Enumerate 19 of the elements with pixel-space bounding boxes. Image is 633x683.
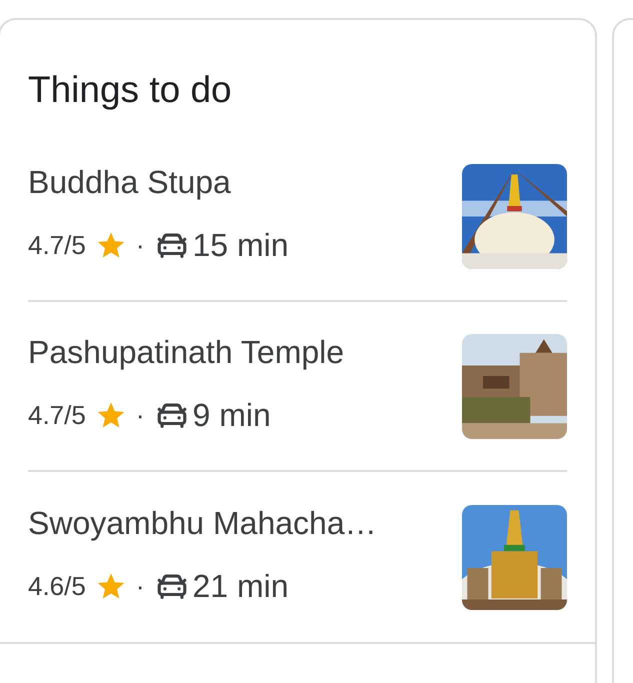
rating: 4.6/5 (28, 570, 86, 602)
drive-time: 15 min (192, 226, 289, 265)
card-title: Things to do (28, 68, 233, 112)
rating: 4.7/5 (28, 228, 86, 262)
place-name: Buddha Stupa (28, 163, 232, 201)
separator: · (136, 570, 144, 602)
place-item[interactable]: Swoyambhu Mahacha… 4.6/5 · 21 min (28, 472, 567, 642)
place-item[interactable]: Pashupatinath Temple 4.7/5 · 9 min (28, 302, 567, 472)
separator: · (136, 398, 144, 432)
drive-time: 21 min (192, 567, 289, 606)
rating: 4.7/5 (28, 398, 86, 432)
drive-time: 9 min (192, 396, 271, 435)
star-icon (96, 571, 126, 601)
place-name: Pashupatinath Temple (28, 333, 344, 371)
star-icon (96, 400, 126, 430)
separator: · (136, 228, 144, 262)
place-name: Swoyambhu Mahacha… (28, 504, 377, 542)
place-item[interactable]: Buddha Stupa 4.7/5 · 15 min (28, 132, 567, 302)
star-icon (96, 230, 126, 260)
